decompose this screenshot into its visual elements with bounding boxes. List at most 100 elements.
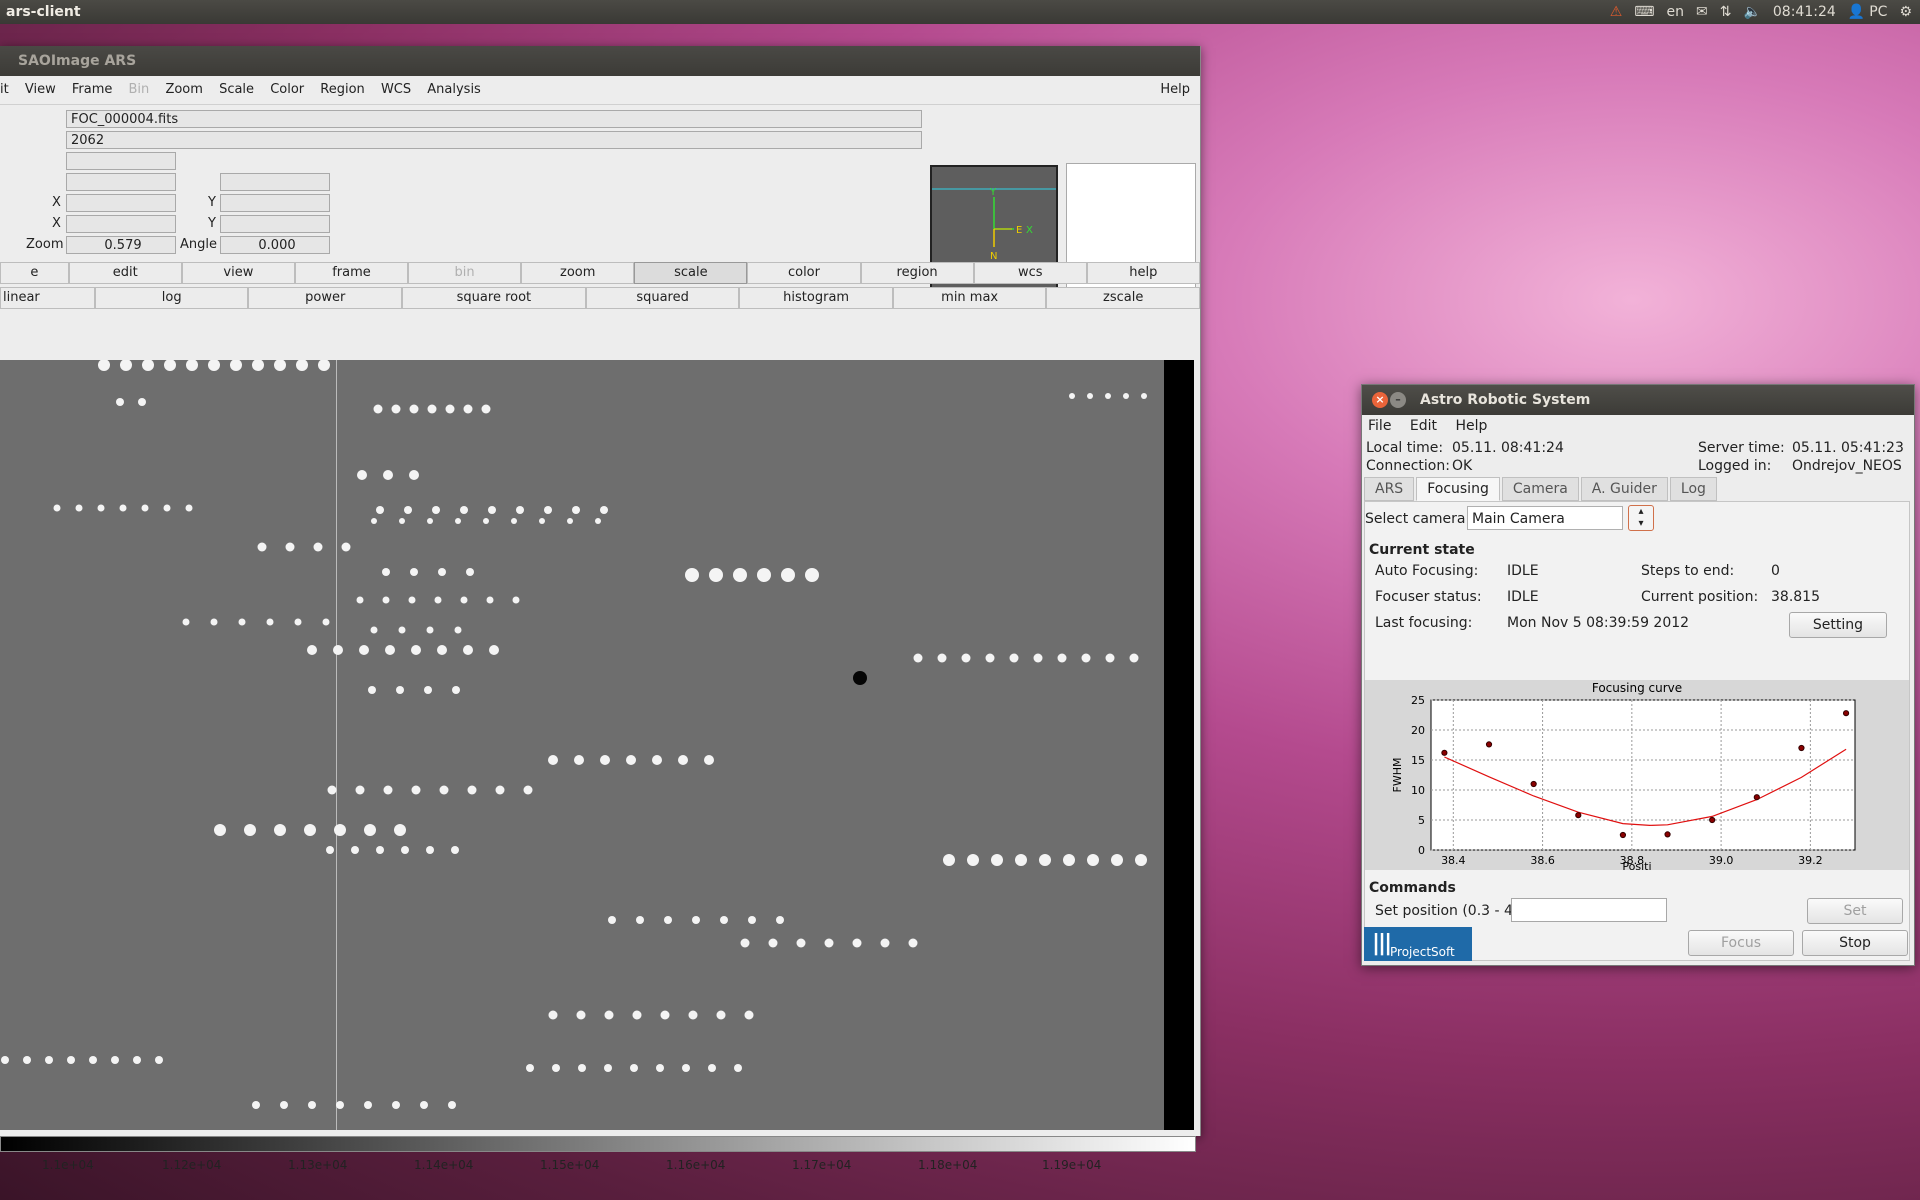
star (371, 518, 377, 524)
tab-ars[interactable]: ARS (1364, 477, 1415, 501)
btn-zoom[interactable]: zoom (521, 262, 635, 284)
btn-linear[interactable]: linear (0, 287, 95, 309)
warning-icon[interactable]: ⚠ (1610, 0, 1623, 24)
btn-color[interactable]: color (747, 262, 861, 284)
star (604, 1010, 614, 1020)
button-bar-scale: linear log power square root squared his… (0, 287, 1200, 309)
spinner-icon[interactable]: ▴ ▾ (1628, 505, 1654, 531)
projectsoft-logo: ||| ProjectSoft (1364, 927, 1472, 961)
btn-min-max[interactable]: min max (892, 287, 1047, 309)
star (744, 1010, 754, 1020)
star (1141, 393, 1147, 399)
system-tray: ⚠ ⌨ en ✉ ⇅ 🔈 08:41:24 👤 PC ⚙ (1610, 0, 1912, 24)
colorbar-tick: 1.17e+04 (792, 1158, 852, 1172)
ars-menu-help[interactable]: Help (1455, 418, 1487, 434)
menu-scale[interactable]: Scale (219, 76, 254, 104)
menu-view[interactable]: View (25, 76, 56, 104)
set-button[interactable]: Set (1807, 898, 1903, 924)
btn-edit[interactable]: edit (68, 262, 182, 284)
btn-region[interactable]: region (860, 262, 974, 284)
ars-menu-edit[interactable]: Edit (1410, 418, 1437, 434)
focus-button[interactable]: Focus (1688, 930, 1794, 956)
colorbar[interactable] (0, 1136, 1196, 1152)
tab-log[interactable]: Log (1669, 477, 1717, 501)
ars-tabs: ARS Focusing Camera A. Guider Log (1364, 477, 1719, 501)
star (355, 785, 365, 795)
btn-file[interactable]: e (0, 262, 69, 284)
menu-wcs[interactable]: WCS (381, 76, 411, 104)
menu-region[interactable]: Region (320, 76, 365, 104)
y-field (220, 194, 330, 212)
menu-frame[interactable]: Frame (72, 76, 113, 104)
btn-squared[interactable]: squared (585, 287, 740, 309)
star (1135, 854, 1147, 866)
menu-bin[interactable]: Bin (129, 76, 150, 104)
star (141, 504, 149, 512)
star (398, 626, 406, 634)
star (326, 846, 334, 854)
mail-icon[interactable]: ✉ (1696, 0, 1708, 24)
star (426, 626, 434, 634)
star (394, 824, 406, 836)
btn-zscale[interactable]: zscale (1046, 287, 1200, 309)
clock[interactable]: 08:41:24 (1773, 0, 1836, 24)
data-point (1485, 741, 1493, 748)
user-icon[interactable]: 👤 (1848, 0, 1865, 24)
btn-power[interactable]: power (248, 287, 402, 309)
close-icon[interactable]: × (1372, 392, 1388, 408)
star (420, 1101, 428, 1109)
ds9-titlebar[interactable]: SAOImage ARS (0, 46, 1200, 76)
y-tick-label: 25 (1411, 694, 1425, 707)
keyboard-layout[interactable]: en (1666, 0, 1684, 24)
menu-color[interactable]: Color (270, 76, 304, 104)
ars-menu-file[interactable]: File (1368, 418, 1391, 434)
camera-select[interactable]: Main Camera (1467, 506, 1623, 530)
btn-histogram[interactable]: histogram (739, 287, 893, 309)
btn-frame[interactable]: frame (294, 262, 409, 284)
menu-help[interactable]: Help (1160, 76, 1190, 104)
star (155, 1056, 163, 1064)
star (776, 916, 784, 924)
volume-icon[interactable]: 🔈 (1743, 0, 1760, 24)
star (266, 618, 274, 626)
btn-scale[interactable]: scale (634, 262, 748, 284)
star (186, 360, 198, 371)
btn-view[interactable]: view (181, 262, 295, 284)
minimize-icon[interactable]: – (1390, 392, 1406, 408)
network-icon[interactable]: ⇅ (1720, 0, 1732, 24)
menu-file[interactable]: it (0, 76, 9, 104)
menu-zoom[interactable]: Zoom (165, 76, 202, 104)
setting-button[interactable]: Setting (1789, 612, 1887, 638)
tab-focusing[interactable]: Focusing (1416, 477, 1500, 501)
y-tick-label: 5 (1418, 814, 1425, 827)
keyboard-icon[interactable]: ⌨ (1634, 0, 1654, 24)
star (1063, 854, 1075, 866)
star (516, 506, 524, 514)
tab-a-guider[interactable]: A. Guider (1580, 477, 1668, 501)
ds9-window: SAOImage ARS it View Frame Bin Zoom Scal… (0, 46, 1201, 1172)
last-focusing-label: Last focusing: (1375, 615, 1473, 631)
tab-camera[interactable]: Camera (1501, 477, 1579, 501)
btn-square-root[interactable]: square root (401, 287, 586, 309)
star (967, 854, 979, 866)
star (486, 596, 494, 604)
image-canvas[interactable] (0, 360, 1164, 1130)
star (512, 596, 520, 604)
gear-icon[interactable]: ⚙ (1899, 0, 1912, 24)
ars-titlebar[interactable]: × – Astro Robotic System (1362, 385, 1914, 415)
star (409, 404, 419, 414)
btn-log[interactable]: log (94, 287, 249, 309)
star (404, 506, 412, 514)
btn-bin[interactable]: bin (408, 262, 522, 284)
star (210, 618, 218, 626)
set-position-input[interactable] (1511, 898, 1667, 922)
btn-wcs[interactable]: wcs (973, 262, 1087, 284)
star (368, 686, 376, 694)
user-name[interactable]: PC (1869, 0, 1887, 24)
btn-help[interactable]: help (1086, 262, 1200, 284)
menu-analysis[interactable]: Analysis (427, 76, 481, 104)
star (678, 755, 688, 765)
star (652, 755, 662, 765)
star (733, 568, 747, 582)
stop-button[interactable]: Stop (1802, 930, 1908, 956)
